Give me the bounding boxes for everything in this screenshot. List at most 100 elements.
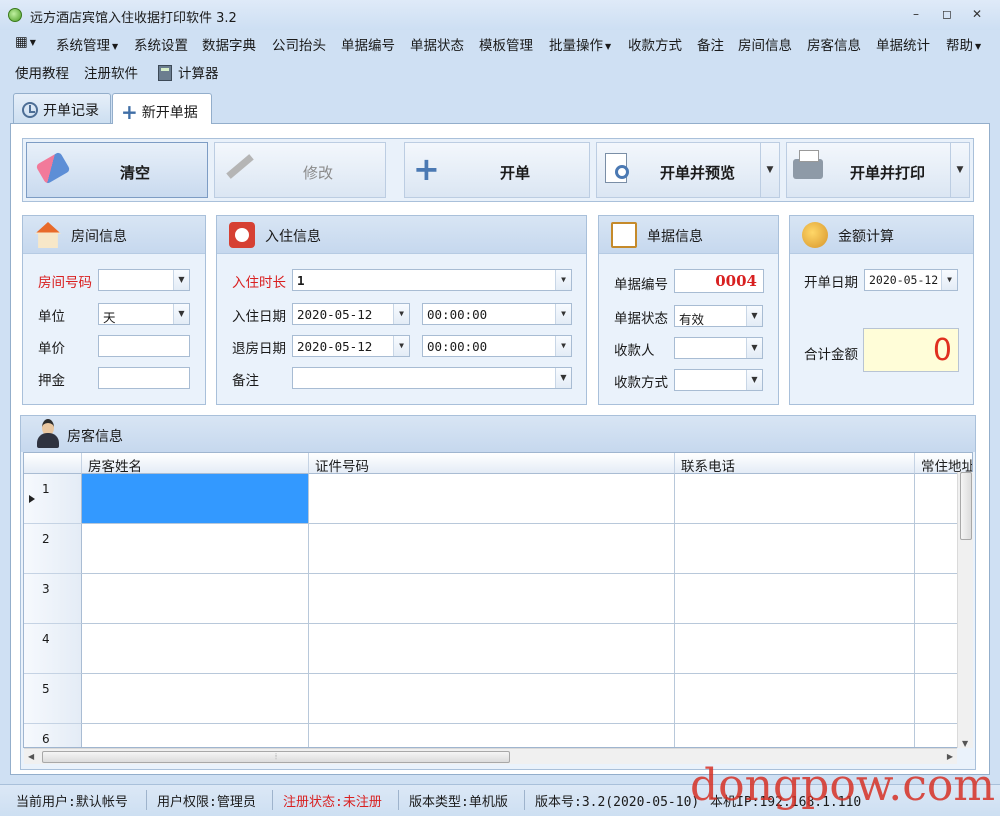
- table-cell[interactable]: [309, 524, 675, 574]
- preview-dropdown-arrow[interactable]: ▼: [760, 143, 779, 197]
- bill-no-field[interactable]: 0004: [674, 269, 764, 293]
- table-cell[interactable]: [309, 624, 675, 674]
- scroll-left-icon[interactable]: ◀: [28, 752, 34, 761]
- vertical-scrollbar[interactable]: ▲ ▼: [957, 472, 973, 748]
- table-cell[interactable]: [675, 724, 915, 747]
- menu-bill-stats[interactable]: 单据统计: [876, 34, 930, 54]
- checkin-date-picker[interactable]: 2020-05-12 ▼: [292, 303, 410, 325]
- column-phone[interactable]: 联系电话: [675, 453, 915, 474]
- bill-status-label: 单据状态: [614, 311, 668, 327]
- clear-button[interactable]: 清空: [26, 142, 208, 198]
- deposit-field[interactable]: [98, 367, 190, 389]
- table-cell[interactable]: [309, 474, 675, 524]
- menu-guest-info[interactable]: 房客信息: [807, 34, 861, 54]
- chevron-down-icon[interactable]: ▼: [746, 306, 762, 326]
- total-amount-label: 合计金额: [804, 347, 858, 363]
- row-header[interactable]: 5: [24, 674, 82, 724]
- chevron-down-icon[interactable]: ▼: [393, 304, 409, 324]
- scroll-down-icon[interactable]: ▼: [962, 739, 968, 748]
- chevron-down-icon[interactable]: ▼: [746, 370, 762, 390]
- menu-tutorial[interactable]: 使用教程: [15, 62, 69, 82]
- chevron-down-icon[interactable]: ▼: [746, 338, 762, 358]
- chevron-down-icon[interactable]: ▼: [393, 336, 409, 356]
- column-guest-name[interactable]: 房客姓名: [82, 453, 309, 474]
- current-row-icon: [29, 495, 35, 503]
- menu-system-settings[interactable]: 系统设置: [134, 34, 188, 54]
- note-combo[interactable]: ▼: [292, 367, 572, 389]
- menu-bill-status[interactable]: 单据状态: [410, 34, 464, 54]
- chevron-down-icon[interactable]: ▼: [555, 336, 571, 356]
- menu-help[interactable]: 帮助 ▼: [946, 34, 981, 54]
- menu-data-dictionary[interactable]: 数据字典: [202, 34, 256, 54]
- table-cell[interactable]: [309, 574, 675, 624]
- chevron-down-icon[interactable]: ▼: [173, 304, 189, 324]
- menu-template-manage[interactable]: 模板管理: [479, 34, 533, 54]
- create-preview-button[interactable]: 开单并预览 ▼: [596, 142, 780, 198]
- table-cell[interactable]: [82, 474, 309, 524]
- bill-date-picker[interactable]: 2020-05-12 ▼: [864, 269, 958, 291]
- create-bill-button[interactable]: + 开单: [404, 142, 590, 198]
- chevron-down-icon[interactable]: ▼: [555, 270, 571, 290]
- menu-bill-number[interactable]: 单据编号: [341, 34, 395, 54]
- row-header[interactable]: 4: [24, 624, 82, 674]
- menu-system-manage[interactable]: 系统管理 ▼: [56, 34, 118, 54]
- table-cell[interactable]: [82, 524, 309, 574]
- print-dropdown-arrow[interactable]: ▼: [950, 143, 969, 197]
- chevron-down-icon[interactable]: ▼: [941, 270, 957, 290]
- duration-combo[interactable]: 1 ▼: [292, 269, 572, 291]
- horizontal-scroll-thumb[interactable]: ⦙: [42, 751, 510, 763]
- table-cell[interactable]: [675, 574, 915, 624]
- table-cell[interactable]: [675, 524, 915, 574]
- minimize-button[interactable]: –: [907, 6, 925, 22]
- create-print-button[interactable]: 开单并打印 ▼: [786, 142, 970, 198]
- table-cell[interactable]: [82, 674, 309, 724]
- payee-combo[interactable]: ▼: [674, 337, 763, 359]
- menu-room-info[interactable]: 房间信息: [738, 34, 792, 54]
- restore-button[interactable]: ◻: [938, 6, 956, 22]
- history-icon: [22, 102, 38, 118]
- column-id-number[interactable]: 证件号码: [309, 453, 675, 474]
- edit-button[interactable]: 修改: [214, 142, 386, 198]
- checkout-time-picker[interactable]: 00:00:00 ▼: [422, 335, 572, 357]
- bill-status-combo[interactable]: 有效 ▼: [674, 305, 763, 327]
- payment-method-combo[interactable]: ▼: [674, 369, 763, 391]
- table-cell[interactable]: [82, 574, 309, 624]
- chevron-down-icon[interactable]: ▼: [555, 368, 571, 388]
- total-amount-value: 0: [863, 328, 959, 372]
- status-edition: 版本类型:单机版: [409, 795, 508, 810]
- status-registration: 注册状态:未注册: [283, 795, 382, 810]
- room-no-combo[interactable]: ▼: [98, 269, 190, 291]
- chevron-down-icon[interactable]: ▼: [173, 270, 189, 290]
- checkout-date-picker[interactable]: 2020-05-12 ▼: [292, 335, 410, 357]
- column-address[interactable]: 常住地址: [915, 453, 972, 474]
- table-cell[interactable]: [82, 724, 309, 747]
- chevron-down-icon[interactable]: ▼: [555, 304, 571, 324]
- menu-calculator[interactable]: 计算器: [158, 62, 219, 82]
- menu-notes[interactable]: 备注: [697, 34, 724, 54]
- table-cell[interactable]: [82, 624, 309, 674]
- table-cell[interactable]: [675, 674, 915, 724]
- table-cell[interactable]: [675, 474, 915, 524]
- unit-combo[interactable]: 天 ▼: [98, 303, 190, 325]
- vertical-scroll-thumb[interactable]: [960, 472, 972, 540]
- row-header[interactable]: 3: [24, 574, 82, 624]
- row-header[interactable]: 6: [24, 724, 82, 747]
- price-field[interactable]: [98, 335, 190, 357]
- checkin-time-picker[interactable]: 00:00:00 ▼: [422, 303, 572, 325]
- guest-info-title: 房客信息: [67, 429, 123, 445]
- menu-company-header[interactable]: 公司抬头: [272, 34, 326, 54]
- menu-batch-operation[interactable]: 批量操作 ▼: [549, 34, 611, 54]
- close-button[interactable]: ✕: [968, 6, 986, 22]
- table-cell[interactable]: [309, 724, 675, 747]
- grid-menu-icon[interactable]: ▦ ▼: [15, 34, 36, 50]
- table-cell[interactable]: [675, 624, 915, 674]
- payment-method-label: 收款方式: [614, 375, 668, 391]
- tab-new-bill[interactable]: + 新开单据: [112, 93, 212, 124]
- bill-info-title: 单据信息: [647, 229, 703, 245]
- tab-bill-records[interactable]: 开单记录: [13, 93, 111, 123]
- menu-register[interactable]: 注册软件: [84, 62, 138, 82]
- row-header[interactable]: 2: [24, 524, 82, 574]
- printer-icon: [793, 150, 823, 179]
- table-cell[interactable]: [309, 674, 675, 724]
- menu-payment-method[interactable]: 收款方式: [628, 34, 682, 54]
